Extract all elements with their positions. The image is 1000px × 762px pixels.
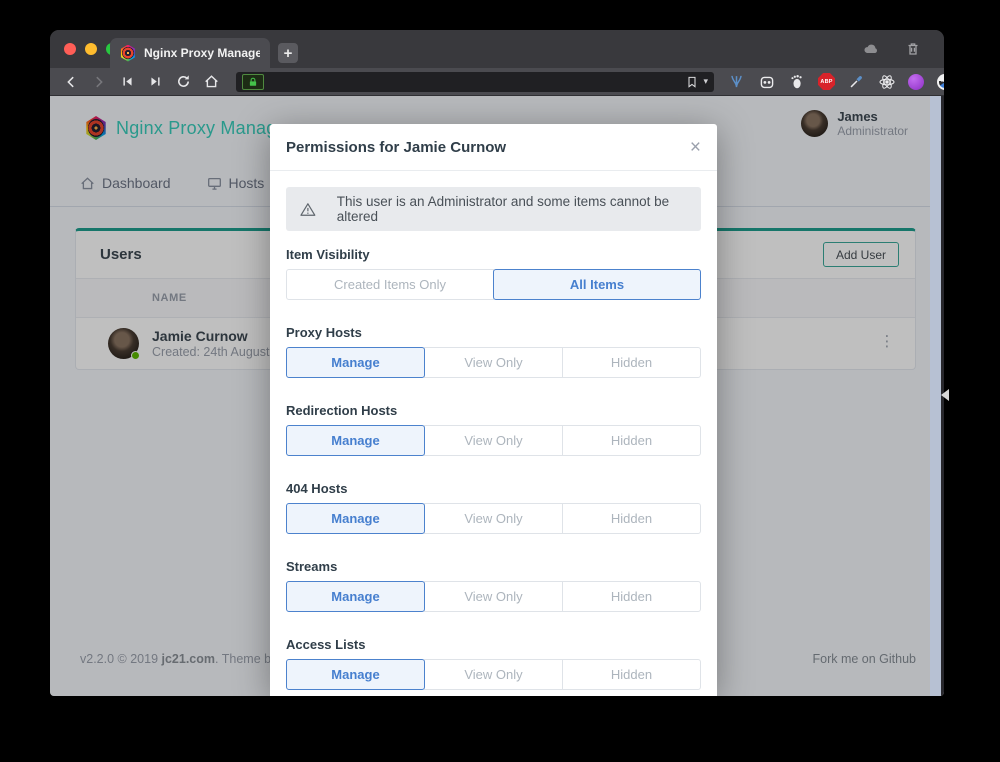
redirection-hosts-section: Redirection Hosts Manage View Only Hidde… — [286, 403, 701, 456]
option-view-only[interactable]: View Only — [424, 503, 563, 534]
bookmark-dropdown-icon[interactable]: ▾ — [703, 76, 708, 87]
close-icon[interactable]: × — [690, 138, 701, 157]
field-label: Streams — [286, 559, 701, 575]
robot-extension-icon[interactable] — [758, 73, 775, 90]
proxy-hosts-toggle-group: Manage View Only Hidden — [286, 347, 701, 378]
tab-favicon — [120, 45, 136, 62]
warning-icon — [300, 201, 316, 218]
item-visibility-section: Item Visibility Created Items Only All I… — [286, 247, 701, 300]
option-view-only[interactable]: View Only — [424, 347, 563, 378]
option-hidden[interactable]: Hidden — [562, 581, 701, 612]
visibility-toggle-group: Created Items Only All Items — [286, 269, 701, 300]
field-label: 404 Hosts — [286, 481, 701, 497]
field-label: Proxy Hosts — [286, 325, 701, 341]
option-manage[interactable]: Manage — [286, 581, 425, 612]
atom-icon[interactable] — [878, 73, 895, 90]
adblock-plus-icon[interactable]: ABP — [818, 73, 835, 90]
tab-title: Nginx Proxy Manager — [144, 46, 260, 60]
option-manage[interactable]: Manage — [286, 347, 425, 378]
minimize-window-button[interactable] — [85, 43, 97, 55]
option-view-only[interactable]: View Only — [424, 581, 563, 612]
back-button[interactable] — [62, 73, 80, 91]
option-manage[interactable]: Manage — [286, 659, 425, 690]
field-label: Item Visibility — [286, 247, 701, 263]
skip-to-end-button[interactable] — [146, 73, 164, 91]
cloud-icon[interactable] — [862, 40, 880, 58]
browser-window: Nginx Proxy Manager + — [50, 30, 944, 696]
proxy-hosts-section: Proxy Hosts Manage View Only Hidden — [286, 325, 701, 378]
purple-extension-icon[interactable] — [908, 74, 924, 90]
alert-text: This user is an Administrator and some i… — [337, 194, 687, 224]
close-window-button[interactable] — [64, 43, 76, 55]
field-label: Redirection Hosts — [286, 403, 701, 419]
admin-warning-alert: This user is an Administrator and some i… — [286, 187, 701, 231]
access-lists-toggle-group: Manage View Only Hidden — [286, 659, 701, 690]
option-manage[interactable]: Manage — [286, 503, 425, 534]
clock-extension-icon[interactable] — [937, 74, 944, 90]
new-tab-button[interactable]: + — [278, 43, 298, 63]
option-hidden[interactable]: Hidden — [562, 425, 701, 456]
modal-title: Permissions for Jamie Curnow — [286, 139, 506, 156]
claw-extension-icon[interactable] — [728, 73, 745, 90]
field-label: Access Lists — [286, 637, 701, 653]
trash-icon[interactable] — [904, 40, 922, 58]
browser-titlebar: Nginx Proxy Manager + — [50, 30, 944, 68]
streams-section: Streams Manage View Only Hidden — [286, 559, 701, 612]
option-view-only[interactable]: View Only — [424, 425, 563, 456]
option-all-items[interactable]: All Items — [493, 269, 701, 300]
browser-tab[interactable]: Nginx Proxy Manager — [110, 38, 270, 68]
reload-button[interactable] — [174, 73, 192, 91]
streams-toggle-group: Manage View Only Hidden — [286, 581, 701, 612]
redirection-hosts-toggle-group: Manage View Only Hidden — [286, 425, 701, 456]
page-content: Nginx Proxy Manager James Administrator … — [50, 96, 944, 696]
option-view-only[interactable]: View Only — [424, 659, 563, 690]
browser-scrollbar[interactable] — [930, 96, 941, 696]
option-created-items-only[interactable]: Created Items Only — [286, 269, 494, 300]
browser-toolbar: ▾ ABP — [50, 68, 944, 96]
eyedropper-icon[interactable] — [848, 73, 865, 90]
404-hosts-section: 404 Hosts Manage View Only Hidden — [286, 481, 701, 534]
bookmark-icon[interactable] — [686, 76, 698, 88]
permissions-modal: Permissions for Jamie Curnow × This user… — [270, 124, 717, 696]
access-lists-section: Access Lists Manage View Only Hidden — [286, 637, 701, 690]
option-hidden[interactable]: Hidden — [562, 347, 701, 378]
https-lock-icon[interactable] — [242, 74, 264, 90]
404-hosts-toggle-group: Manage View Only Hidden — [286, 503, 701, 534]
side-panel-handle-icon[interactable] — [941, 389, 949, 401]
forward-button[interactable] — [90, 73, 108, 91]
option-hidden[interactable]: Hidden — [562, 659, 701, 690]
gnome-foot-icon[interactable] — [788, 73, 805, 90]
extensions-row: ABP — [728, 73, 944, 90]
option-hidden[interactable]: Hidden — [562, 503, 701, 534]
address-bar[interactable]: ▾ — [236, 72, 714, 92]
option-manage[interactable]: Manage — [286, 425, 425, 456]
home-button[interactable] — [202, 73, 220, 91]
skip-to-start-button[interactable] — [118, 73, 136, 91]
